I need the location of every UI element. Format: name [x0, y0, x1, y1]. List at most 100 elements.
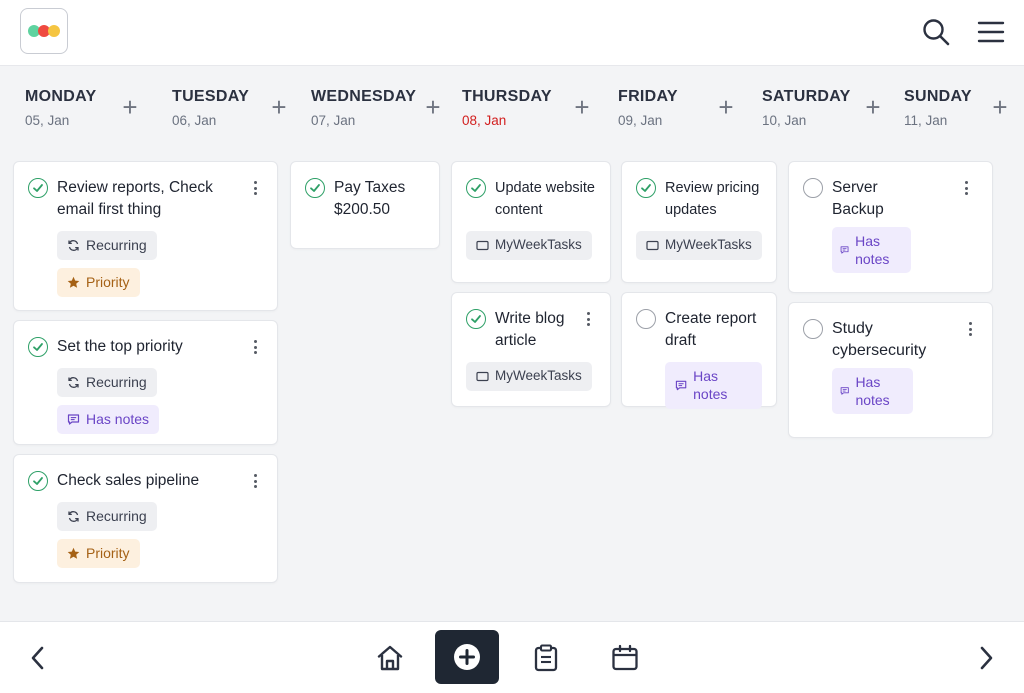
completed-check-icon[interactable]	[636, 178, 656, 198]
calendar-icon[interactable]	[607, 640, 643, 676]
priority-badge: Priority	[57, 268, 140, 297]
note-icon	[67, 413, 80, 425]
incomplete-check-icon[interactable]	[803, 178, 823, 198]
day-header-sunday: SUNDAY 11, Jan	[904, 88, 972, 142]
add-task-wednesday-button[interactable]: +	[421, 94, 445, 120]
completed-check-icon[interactable]	[466, 178, 486, 198]
completed-check-icon[interactable]	[28, 471, 48, 491]
add-task-button[interactable]	[435, 630, 499, 684]
day-header-wednesday: WEDNESDAY 07, Jan	[311, 88, 416, 142]
column-wednesday: Pay Taxes $200.50	[290, 161, 440, 258]
recurring-icon	[68, 239, 79, 251]
task-card[interactable]: Check sales pipeline Recurring Priority	[13, 454, 278, 583]
recurring-icon	[68, 510, 79, 522]
day-name: SATURDAY	[762, 88, 851, 105]
home-icon[interactable]	[372, 640, 408, 676]
task-card[interactable]: Review pricing updates MyWeekTasks	[621, 161, 777, 283]
more-options-icon[interactable]	[247, 474, 263, 489]
tag-label: Has notes	[86, 411, 150, 427]
more-options-icon[interactable]	[962, 322, 978, 337]
note-icon	[840, 387, 849, 395]
completed-check-icon[interactable]	[466, 309, 486, 329]
incomplete-check-icon[interactable]	[803, 319, 823, 339]
completed-check-icon[interactable]	[28, 337, 48, 357]
notes-badge: Has notes	[665, 362, 762, 409]
chevron-left-icon[interactable]	[20, 640, 56, 676]
day-date: 10, Jan	[762, 113, 807, 128]
add-task-sunday-button[interactable]: +	[988, 94, 1012, 120]
add-task-friday-button[interactable]: +	[714, 94, 738, 120]
completed-check-icon[interactable]	[28, 178, 48, 198]
task-card[interactable]: Study cybersecurity Has notes	[788, 302, 993, 438]
completed-check-icon[interactable]	[305, 178, 325, 198]
clipboard-icon[interactable]	[528, 640, 564, 676]
day-header-tuesday: TUESDAY 06, Jan	[172, 88, 249, 142]
task-card[interactable]: Update website content MyWeekTasks	[451, 161, 611, 283]
tag-label: Priority	[86, 545, 130, 561]
tag-label: MyWeekTasks	[495, 368, 582, 383]
column-friday: Review pricing updates MyWeekTasks Creat…	[621, 161, 777, 416]
day-header-monday: MONDAY 05, Jan	[25, 88, 96, 142]
day-name: WEDNESDAY	[311, 88, 417, 105]
app-logo[interactable]	[20, 8, 68, 54]
tag-label: Has notes	[855, 233, 890, 267]
recurring-badge: Recurring	[57, 231, 157, 260]
note-icon	[840, 246, 849, 254]
notes-badge: Has notes	[832, 368, 913, 414]
more-options-icon[interactable]	[958, 181, 974, 196]
task-title: Pay Taxes $200.50	[334, 179, 406, 218]
tag-label: Recurring	[86, 237, 147, 253]
add-task-thursday-button[interactable]: +	[570, 94, 594, 120]
add-circle-icon	[454, 644, 480, 670]
chevron-right-icon[interactable]	[968, 640, 1004, 676]
menu-icon[interactable]	[975, 16, 1007, 48]
task-title: Review pricing updates	[665, 180, 760, 218]
add-task-tuesday-button[interactable]: +	[267, 94, 291, 120]
column-monday: Review reports, Check email first thing …	[13, 161, 278, 592]
recurring-badge: Recurring	[57, 502, 157, 531]
day-date: 09, Jan	[618, 113, 663, 128]
add-task-monday-button[interactable]: +	[118, 94, 142, 120]
logo-dot-yellow	[48, 25, 60, 37]
day-date: 07, Jan	[311, 113, 356, 128]
search-icon[interactable]	[920, 16, 952, 48]
day-date: 06, Jan	[172, 113, 217, 128]
tag-label: Recurring	[86, 508, 147, 524]
recurring-icon	[68, 376, 79, 388]
task-card[interactable]: Pay Taxes $200.50	[290, 161, 440, 249]
task-card[interactable]: Set the top priority Recurring Has notes	[13, 320, 278, 445]
day-date-today: 08, Jan	[462, 113, 507, 128]
task-title: Write blog article	[495, 310, 565, 349]
day-name: THURSDAY	[462, 88, 552, 105]
tag-label: Recurring	[86, 374, 147, 390]
task-card[interactable]: Server Backup Has notes	[788, 161, 993, 293]
day-header-saturday: SATURDAY 10, Jan	[762, 88, 851, 142]
project-badge: MyWeekTasks	[636, 231, 762, 260]
add-task-saturday-button[interactable]: +	[861, 94, 885, 120]
day-date: 05, Jan	[25, 113, 70, 128]
task-title: Set the top priority	[57, 338, 183, 355]
more-options-icon[interactable]	[247, 340, 263, 355]
folder-icon	[646, 240, 659, 250]
incomplete-check-icon[interactable]	[636, 309, 656, 329]
more-options-icon[interactable]	[580, 312, 596, 327]
task-title: Update website content	[495, 180, 595, 218]
column-thursday: Update website content MyWeekTasks Write…	[451, 161, 611, 416]
notes-badge: Has notes	[57, 405, 160, 434]
tag-label: Has notes	[693, 368, 728, 402]
project-badge: MyWeekTasks	[466, 231, 592, 260]
folder-icon	[476, 240, 489, 250]
day-header-friday: FRIDAY 09, Jan	[618, 88, 678, 142]
task-card[interactable]: Create report draft Has notes	[621, 292, 777, 409]
day-header-thursday: THURSDAY 08, Jan	[462, 88, 552, 142]
top-bar	[0, 0, 1024, 66]
more-options-icon[interactable]	[247, 181, 263, 196]
project-badge: MyWeekTasks	[466, 362, 592, 391]
task-card[interactable]: Write blog article MyWeekTasks	[451, 292, 611, 407]
day-name: FRIDAY	[618, 88, 678, 105]
bottom-nav-bar	[0, 621, 1024, 693]
column-saturday: Server Backup Has notes Study cybersecur…	[788, 161, 993, 447]
day-name: TUESDAY	[172, 88, 250, 105]
task-title: Study cybersecurity	[832, 320, 927, 359]
task-card[interactable]: Review reports, Check email first thing …	[13, 161, 278, 311]
